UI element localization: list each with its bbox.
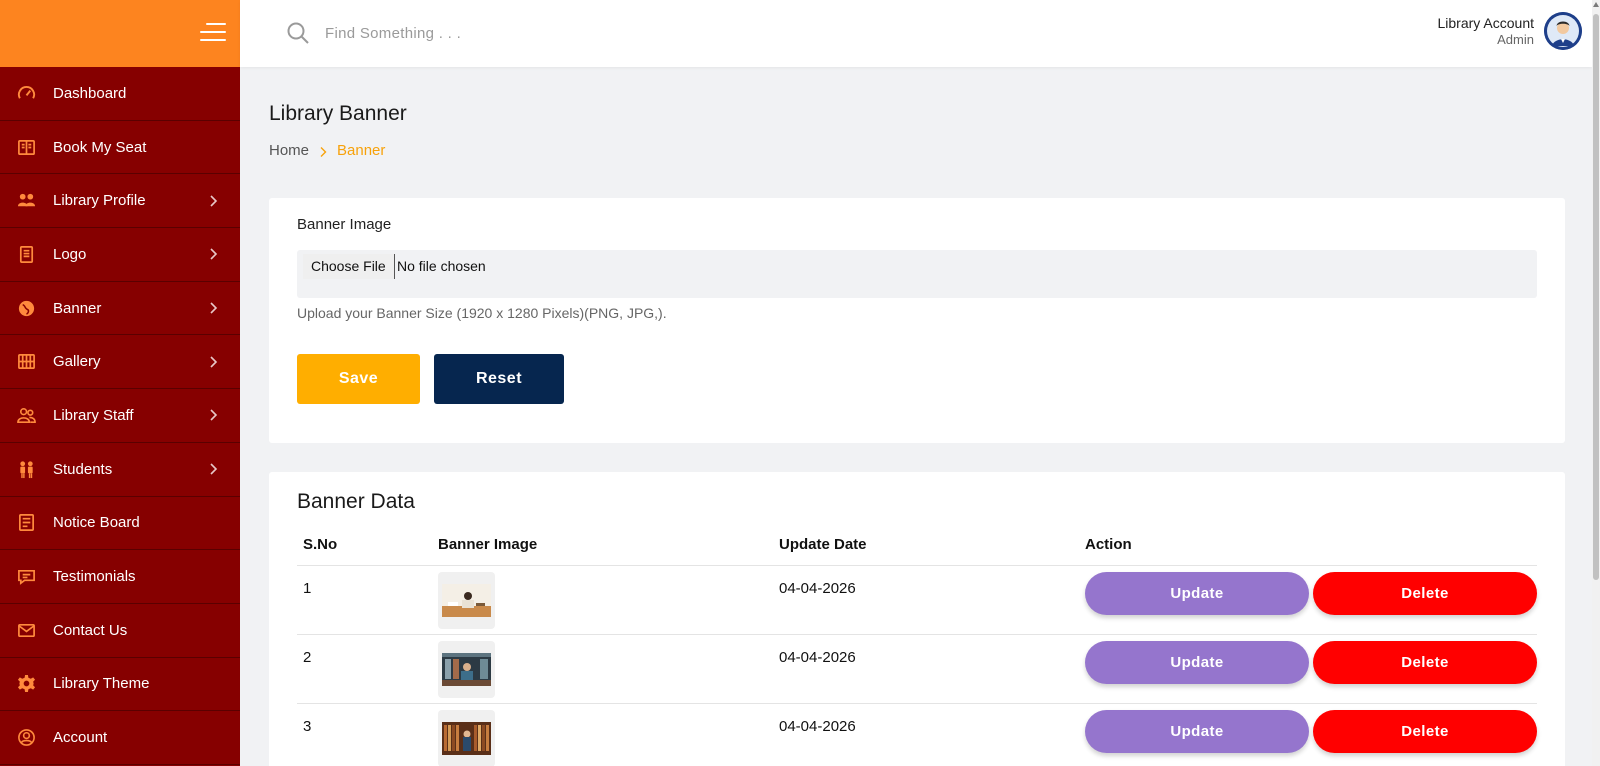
sidebar-item-library-staff[interactable]: Library Staff	[0, 389, 240, 443]
sidebar-item-label: Library Theme	[53, 675, 150, 693]
chevron-right-icon	[208, 301, 218, 315]
reset-button[interactable]: Reset	[434, 354, 564, 404]
delete-button[interactable]: Delete	[1313, 572, 1537, 615]
sidebar-item-label: Dashboard	[53, 84, 127, 102]
menu-toggle-icon[interactable]	[198, 20, 226, 44]
breadcrumb-current: Banner	[337, 142, 386, 159]
sidebar-item-label: Testimonials	[53, 568, 136, 586]
sidebar-item-library-theme[interactable]: Library Theme	[0, 658, 240, 712]
sidebar-item-label: Book My Seat	[53, 138, 147, 156]
users-icon	[16, 191, 36, 211]
mail-icon	[16, 620, 36, 640]
banner-image-label: Banner Image	[297, 216, 392, 233]
sidebar-item-book-my-seat[interactable]: Book My Seat	[0, 121, 240, 175]
sidebar-item-account[interactable]: Account	[0, 711, 240, 765]
sidebar-item-label: Banner	[53, 299, 102, 317]
staff-icon	[16, 405, 36, 425]
search-icon[interactable]	[286, 21, 310, 45]
gear-icon	[16, 674, 36, 694]
sidebar-item-banner[interactable]: Banner	[0, 282, 240, 336]
avatar[interactable]	[1544, 12, 1582, 50]
chat-icon	[16, 567, 36, 587]
banner-data-card: Banner Data S.No Banner Image Update Dat…	[269, 472, 1565, 766]
chevron-right-icon	[208, 408, 218, 422]
delete-button[interactable]: Delete	[1313, 710, 1537, 753]
banner-thumbnail	[438, 572, 495, 629]
table-title: Banner Data	[297, 490, 415, 513]
chevron-right-icon	[319, 145, 327, 157]
sidebar-item-label: Notice Board	[53, 514, 140, 532]
gallery-icon	[16, 352, 36, 372]
chevron-right-icon	[208, 247, 218, 261]
table-row: 2 04-04-2026 Update Delete	[297, 635, 1537, 704]
chevron-right-icon	[208, 194, 218, 208]
sidebar-item-label: Library Staff	[53, 406, 134, 424]
sidebar-item-logo[interactable]: Logo	[0, 228, 240, 282]
document-icon	[16, 244, 36, 264]
row-update-date: 04-04-2026	[779, 718, 856, 735]
row-update-date: 04-04-2026	[779, 580, 856, 597]
chevron-right-icon	[208, 355, 218, 369]
globe-icon	[16, 298, 36, 318]
column-header-sno: S.No	[303, 536, 338, 553]
breadcrumb: Home Banner	[269, 142, 385, 159]
sidebar-item-students[interactable]: Students	[0, 443, 240, 497]
account-name: Library Account	[1437, 14, 1535, 31]
notice-icon	[16, 513, 36, 533]
sidebar-item-label: Logo	[53, 245, 87, 263]
banner-thumbnail	[438, 641, 495, 698]
column-header-image: Banner Image	[438, 536, 538, 553]
top-header: Library Account Admin	[240, 0, 1592, 67]
sidebar-item-testimonials[interactable]: Testimonials	[0, 550, 240, 604]
students-icon	[16, 459, 36, 479]
column-header-date: Update Date	[779, 536, 867, 553]
table-header-row: S.No Banner Image Update Date Action	[297, 532, 1537, 566]
delete-button[interactable]: Delete	[1313, 641, 1537, 684]
sidebar-item-contact-us[interactable]: Contact Us	[0, 604, 240, 658]
row-sno: 1	[303, 580, 312, 597]
sidebar-item-notice-board[interactable]: Notice Board	[0, 497, 240, 551]
upload-helper-text: Upload your Banner Size (1920 x 1280 Pix…	[297, 305, 667, 321]
book-icon	[16, 137, 36, 157]
scroll-thumb[interactable]	[1593, 14, 1599, 580]
sidebar-item-label: Account	[53, 729, 108, 747]
banner-table: S.No Banner Image Update Date Action 1 0…	[297, 532, 1537, 766]
banner-thumbnail	[438, 710, 495, 766]
breadcrumb-home[interactable]: Home	[269, 142, 309, 159]
table-row: 1 04-04-2026 Update Delete	[297, 566, 1537, 635]
chevron-right-icon	[208, 462, 218, 476]
sidebar-item-library-profile[interactable]: Library Profile	[0, 174, 240, 229]
account-icon	[16, 728, 36, 748]
banner-file-input[interactable]: Choose File No file chosen	[297, 250, 1537, 298]
scroll-up-icon[interactable]	[1593, 2, 1599, 7]
sidebar-item-dashboard[interactable]: Dashboard	[0, 67, 240, 121]
update-button[interactable]: Update	[1085, 572, 1309, 615]
table-row: 3 04-04-2026 Update Delete	[297, 704, 1537, 766]
page-title: Library Banner	[269, 102, 407, 125]
sidebar-item-label: Contact Us	[53, 621, 128, 639]
banner-upload-card: Banner Image Choose File No file chosen …	[269, 198, 1565, 443]
row-sno: 2	[303, 649, 312, 666]
column-header-action: Action	[1085, 536, 1132, 553]
file-status: No file chosen	[397, 258, 486, 274]
update-button[interactable]: Update	[1085, 710, 1309, 753]
account-info: Library Account Admin	[1438, 15, 1535, 48]
sidebar-item-label: Gallery	[53, 353, 101, 371]
sidebar-item-label: Library Profile	[53, 192, 146, 210]
account-role: Admin	[1497, 31, 1534, 47]
search-input[interactable]	[325, 18, 725, 48]
choose-file-button[interactable]: Choose File	[303, 254, 395, 279]
sidebar-header	[0, 0, 240, 67]
sidebar-item-gallery[interactable]: Gallery	[0, 335, 240, 390]
sidebar-item-label: Students	[53, 460, 113, 478]
row-update-date: 04-04-2026	[779, 649, 856, 666]
update-button[interactable]: Update	[1085, 641, 1309, 684]
sidebar: Dashboard Book My Seat Library Profile L…	[0, 0, 240, 766]
page-scrollbar[interactable]	[1592, 0, 1600, 766]
dashboard-icon	[16, 83, 36, 103]
row-sno: 3	[303, 718, 312, 735]
save-button[interactable]: Save	[297, 354, 420, 404]
account-menu[interactable]: Library Account Admin	[1438, 12, 1582, 50]
